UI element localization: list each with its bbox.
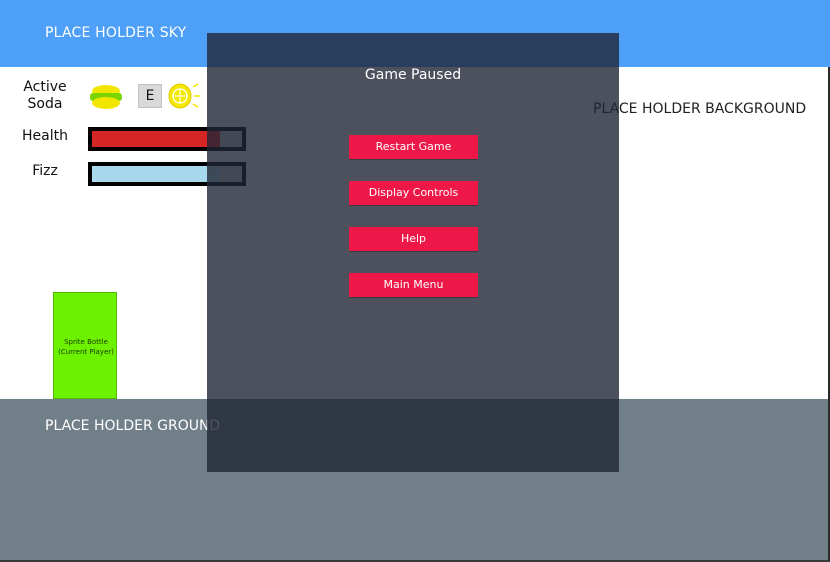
restart-game-button[interactable]: Restart Game	[349, 135, 478, 159]
fizz-label: Fizz	[32, 163, 58, 179]
pause-menu-panel: Game Paused Restart Game Display Control…	[207, 33, 619, 472]
player-sprite: Sprite Bottle (Current Player)	[53, 292, 117, 399]
health-bar-fill	[92, 131, 220, 147]
swap-key-badge: E	[138, 84, 162, 108]
display-controls-button[interactable]: Display Controls	[349, 181, 478, 205]
lemon-icon	[168, 83, 200, 109]
health-label: Health	[22, 128, 68, 144]
help-button[interactable]: Help	[349, 227, 478, 251]
lemon-lime-soda-icon	[90, 85, 122, 109]
pause-title: Game Paused	[364, 67, 462, 83]
player-sprite-label: Sprite Bottle (Current Player)	[58, 338, 114, 356]
sky-placeholder-label: PLACE HOLDER SKY	[45, 25, 187, 41]
ground-placeholder-label: PLACE HOLDER GROUND	[45, 418, 221, 434]
fizz-bar-fill	[92, 166, 220, 182]
background-placeholder-label: PLACE HOLDER BACKGROUND	[593, 101, 807, 117]
active-soda-label: Active Soda	[23, 79, 67, 112]
main-menu-button[interactable]: Main Menu	[349, 273, 478, 297]
